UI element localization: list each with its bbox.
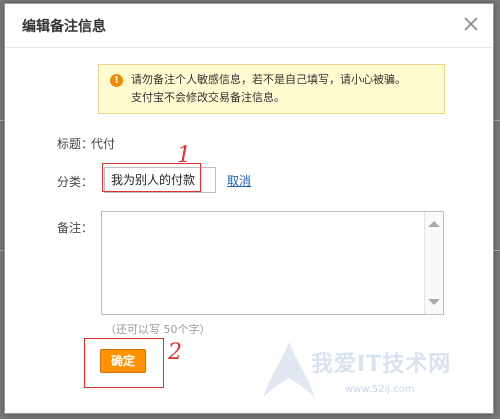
edit-remark-dialog: 编辑备注信息 ! 请勿备注个人敏感信息，若不是自己填写，请小心被骗。 支付宝不会… <box>4 3 494 414</box>
title-label: 标题： <box>57 137 94 151</box>
remark-scrollbar[interactable] <box>424 212 443 314</box>
title-value: 代付 <box>91 137 116 151</box>
annotation-number-1: 1 <box>177 143 191 168</box>
dialog-header: 编辑备注信息 <box>5 4 493 48</box>
notice-text-line1: 请勿备注个人敏感信息，若不是自己填写，请小心被骗。 <box>131 73 406 86</box>
category-label: 分类： <box>57 175 94 189</box>
remark-label: 备注： <box>57 221 94 235</box>
notice-box: ! 请勿备注个人敏感信息，若不是自己填写，请小心被骗。 支付宝不会修改交易备注信… <box>98 64 445 114</box>
watermark-url: www.52ij.com <box>345 384 415 395</box>
confirm-button[interactable]: 确定 <box>100 349 146 373</box>
close-icon[interactable] <box>461 14 481 34</box>
cancel-link[interactable]: 取消 <box>227 172 251 189</box>
dialog-title: 编辑备注信息 <box>22 19 106 35</box>
watermark-logo-icon <box>263 342 315 398</box>
annotation-number-2: 2 <box>168 340 182 365</box>
notice-text-line2: 支付宝不会修改交易备注信息。 <box>131 91 285 104</box>
category-field[interactable]: 我为别人的付款 <box>104 167 216 193</box>
scroll-up-arrow-icon[interactable] <box>428 221 440 227</box>
char-count-hint: （还可以写 50个字） <box>105 323 211 336</box>
scroll-down-arrow-icon[interactable] <box>428 299 440 305</box>
watermark: 我爱IT技术网 www.52ij.com <box>259 338 479 408</box>
watermark-text: 我爱IT技术网 <box>311 352 452 377</box>
warning-icon: ! <box>110 74 123 87</box>
remark-textarea[interactable] <box>101 211 444 315</box>
